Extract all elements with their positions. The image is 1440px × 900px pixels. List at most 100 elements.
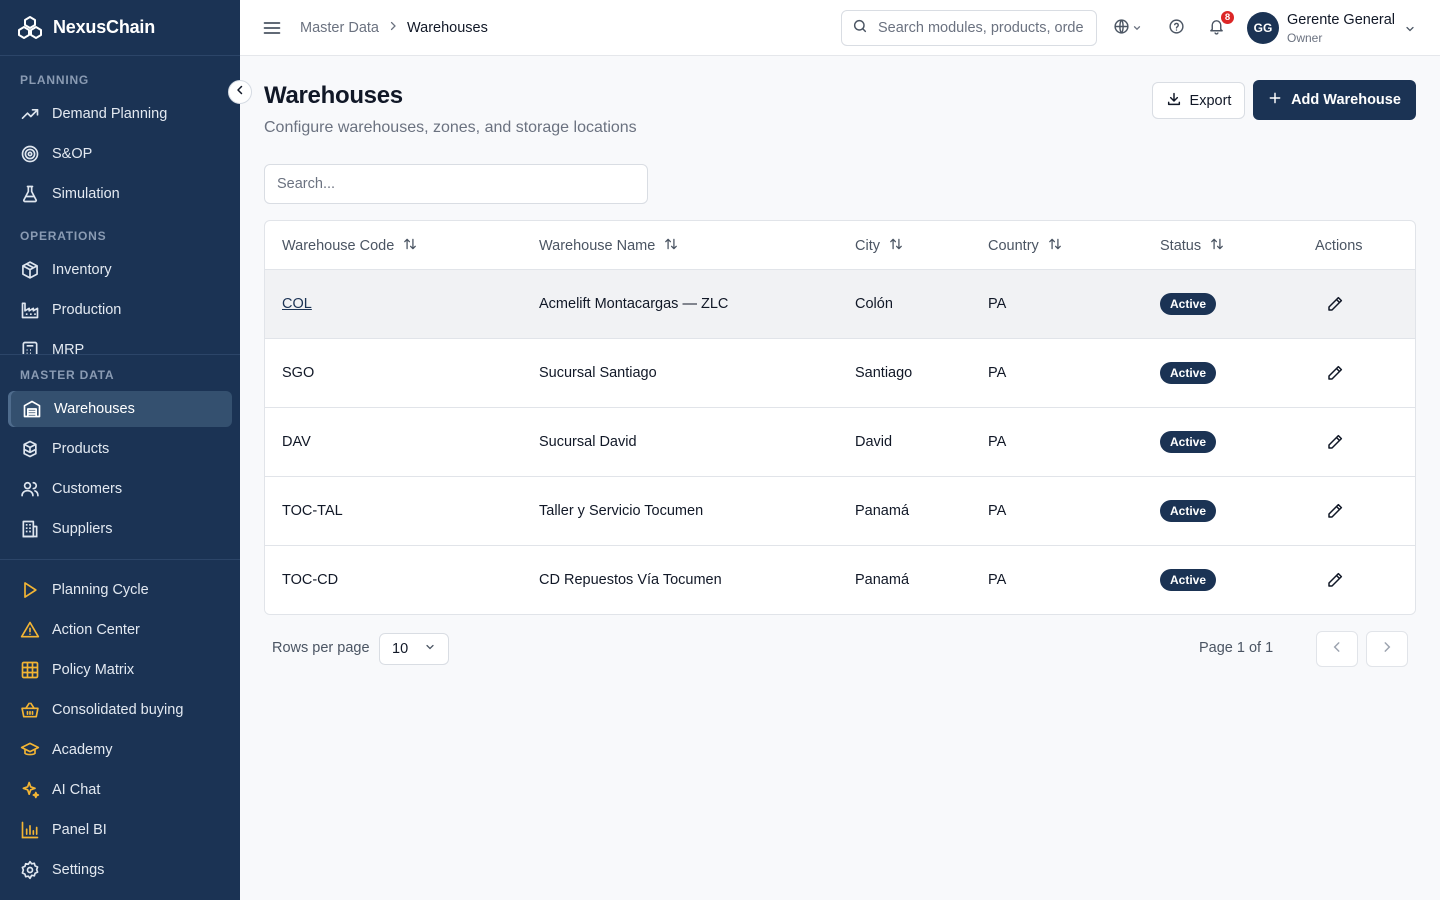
breadcrumb-parent[interactable]: Master Data	[300, 20, 379, 36]
column-header-code[interactable]: Warehouse Code	[282, 221, 417, 270]
edit-button[interactable]	[1326, 433, 1344, 456]
basket-icon	[20, 700, 40, 720]
warehouse-country: PA	[988, 365, 1007, 381]
notification-badge: 8	[1220, 10, 1235, 25]
column-header-name[interactable]: Warehouse Name	[539, 221, 678, 270]
sidebar-item-action-center[interactable]: Action Center	[8, 612, 232, 648]
warehouse-code[interactable]: SGO	[282, 339, 314, 407]
user-name[interactable]: Gerente General	[1287, 12, 1395, 28]
sidebar-item-label: Consolidated buying	[52, 702, 184, 718]
warehouse-name: Sucursal David	[539, 434, 637, 450]
sidebar-item-mrp[interactable]: MRP	[8, 332, 232, 354]
building-icon	[20, 519, 40, 539]
table-row[interactable]: DAV Sucursal David David PA Active	[265, 408, 1415, 477]
warehouse-code[interactable]: TOC-CD	[282, 546, 338, 614]
sidebar-item-panel-bi[interactable]: Panel BI	[8, 812, 232, 848]
sidebar-item-label: Planning Cycle	[52, 582, 149, 598]
table-row[interactable]: SGO Sucursal Santiago Santiago PA Active	[265, 339, 1415, 408]
sort-icon	[1210, 237, 1224, 255]
sidebar-item-planning-cycle[interactable]: Planning Cycle	[8, 572, 232, 608]
sidebar-collapse-button[interactable]	[228, 80, 252, 104]
sidebar-item-policy-matrix[interactable]: Policy Matrix	[8, 652, 232, 688]
warehouse-country: PA	[988, 296, 1007, 312]
column-header-city[interactable]: City	[855, 221, 903, 270]
graduation-cap-icon	[20, 740, 40, 760]
sidebar-divider	[0, 559, 240, 560]
column-header-status[interactable]: Status	[1160, 221, 1224, 270]
status-badge: Active	[1160, 293, 1217, 315]
section-label-planning: PLANNING	[20, 73, 90, 87]
next-page-button[interactable]	[1366, 631, 1408, 667]
table-row[interactable]: COL Acmelift Montacargas — ZLC Colón PA …	[265, 270, 1415, 339]
language-selector[interactable]	[1113, 18, 1142, 40]
sidebar-item-settings[interactable]: Settings	[8, 852, 232, 888]
rows-per-page-select[interactable]: 10	[379, 633, 449, 665]
hamburger-menu-icon[interactable]	[262, 18, 282, 43]
table-row[interactable]: TOC-TAL Taller y Servicio Tocumen Panamá…	[265, 477, 1415, 546]
edit-button[interactable]	[1326, 571, 1344, 594]
sidebar-item-label: S&OP	[52, 146, 93, 162]
avatar[interactable]: GG	[1247, 12, 1279, 44]
help-button[interactable]	[1168, 18, 1185, 40]
chevron-down-icon	[1132, 20, 1142, 38]
global-search[interactable]	[841, 10, 1097, 46]
sidebar-item-ai-chat[interactable]: AI Chat	[8, 772, 232, 808]
edit-button[interactable]	[1326, 295, 1344, 318]
column-header-country[interactable]: Country	[988, 221, 1062, 270]
sidebar-item-label: Demand Planning	[52, 106, 168, 122]
warehouse-city: Santiago	[855, 365, 913, 381]
pencil-icon	[1326, 572, 1344, 593]
sidebar-item-customers[interactable]: Customers	[8, 471, 232, 507]
table-header: Warehouse Code Warehouse Name City Count…	[265, 221, 1415, 270]
sidebar-item-consolidated-buying[interactable]: Consolidated buying	[8, 692, 232, 728]
chevron-right-icon	[387, 20, 399, 36]
search-icon	[852, 18, 868, 39]
previous-page-button[interactable]	[1316, 631, 1358, 667]
chevron-left-icon	[1330, 640, 1344, 659]
warehouse-name: CD Repuestos Vía Tocumen	[539, 572, 722, 588]
globe-icon	[1113, 18, 1130, 40]
warning-triangle-icon	[20, 620, 40, 640]
warehouse-city: Panamá	[855, 503, 910, 519]
edit-button[interactable]	[1326, 502, 1344, 525]
brand[interactable]: NexusChain	[0, 0, 240, 56]
edit-button[interactable]	[1326, 364, 1344, 387]
sidebar-item-label: Products	[52, 441, 110, 457]
rows-per-page-value: 10	[392, 641, 409, 657]
global-search-input[interactable]	[878, 20, 1083, 36]
chevron-left-icon	[234, 83, 246, 101]
table-search[interactable]	[264, 164, 648, 204]
add-warehouse-button[interactable]: Add Warehouse	[1253, 80, 1416, 120]
warehouse-country: PA	[988, 503, 1007, 519]
sidebar-item-label: MRP	[52, 342, 85, 354]
table-row[interactable]: TOC-CD CD Repuestos Vía Tocumen Panamá P…	[265, 546, 1415, 614]
warehouse-code[interactable]: TOC-TAL	[282, 477, 343, 545]
chevron-down-icon[interactable]	[1404, 22, 1416, 40]
warehouse-city: Panamá	[855, 572, 910, 588]
sidebar-item-simulation[interactable]: Simulation	[8, 176, 232, 212]
sidebar-item-inventory[interactable]: Inventory	[8, 252, 232, 288]
sidebar-item-suppliers[interactable]: Suppliers	[8, 511, 232, 547]
sidebar: NexusChain PLANNING Demand Planning S&OP…	[0, 0, 240, 900]
package-icon	[20, 260, 40, 280]
export-label: Export	[1189, 92, 1232, 109]
sidebar-item-production[interactable]: Production	[8, 292, 232, 328]
warehouse-code[interactable]: DAV	[282, 408, 311, 476]
table-search-input[interactable]	[277, 176, 637, 192]
nexus-logo-icon	[16, 14, 44, 42]
page-info: Page 1 of 1	[1199, 640, 1274, 656]
sidebar-item-demand-planning[interactable]: Demand Planning	[8, 96, 232, 132]
sidebar-item-products[interactable]: Products	[8, 431, 232, 467]
sidebar-scroll-clip: MRP	[0, 332, 240, 354]
sidebar-item-label: Academy	[52, 742, 113, 758]
export-button[interactable]: Export	[1152, 82, 1245, 119]
warehouse-country: PA	[988, 572, 1007, 588]
sidebar-item-label: Warehouses	[54, 401, 135, 417]
warehouse-code-link[interactable]: COL	[282, 296, 312, 312]
sidebar-item-warehouses[interactable]: Warehouses	[8, 391, 232, 427]
sidebar-item-sop[interactable]: S&OP	[8, 136, 232, 172]
sidebar-item-label: AI Chat	[52, 782, 101, 798]
sidebar-item-academy[interactable]: Academy	[8, 732, 232, 768]
help-circle-icon	[1168, 18, 1185, 40]
download-icon	[1166, 91, 1182, 111]
